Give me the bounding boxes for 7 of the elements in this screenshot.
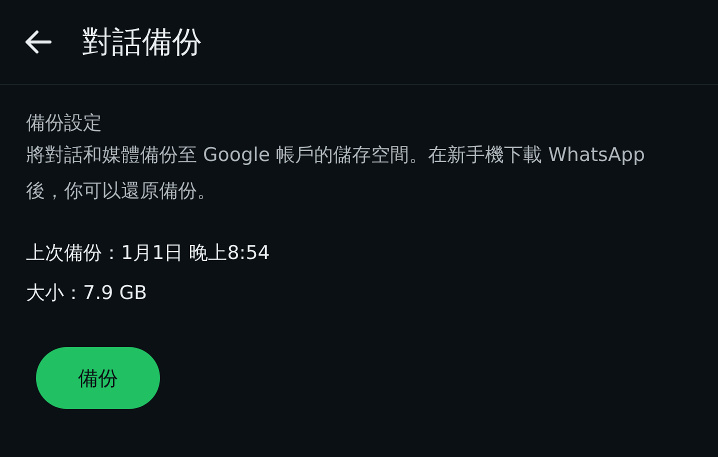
backup-info-text: 大小：7.9 GB (26, 281, 148, 306)
section-heading: 備份設定 (26, 111, 103, 136)
page-title: 對話備份 (82, 24, 202, 62)
backup-description: 將對話和媒體備份至 Google 帳戶的儲存空間。在新手機下載 WhatsApp 後，你可以還原備份。 (26, 143, 646, 204)
back-arrow-icon[interactable] (24, 30, 52, 54)
backup-button[interactable]: 備份 (36, 347, 160, 409)
backup-info-text: 上次備份：1月1日 晚上8:54 (26, 241, 271, 266)
